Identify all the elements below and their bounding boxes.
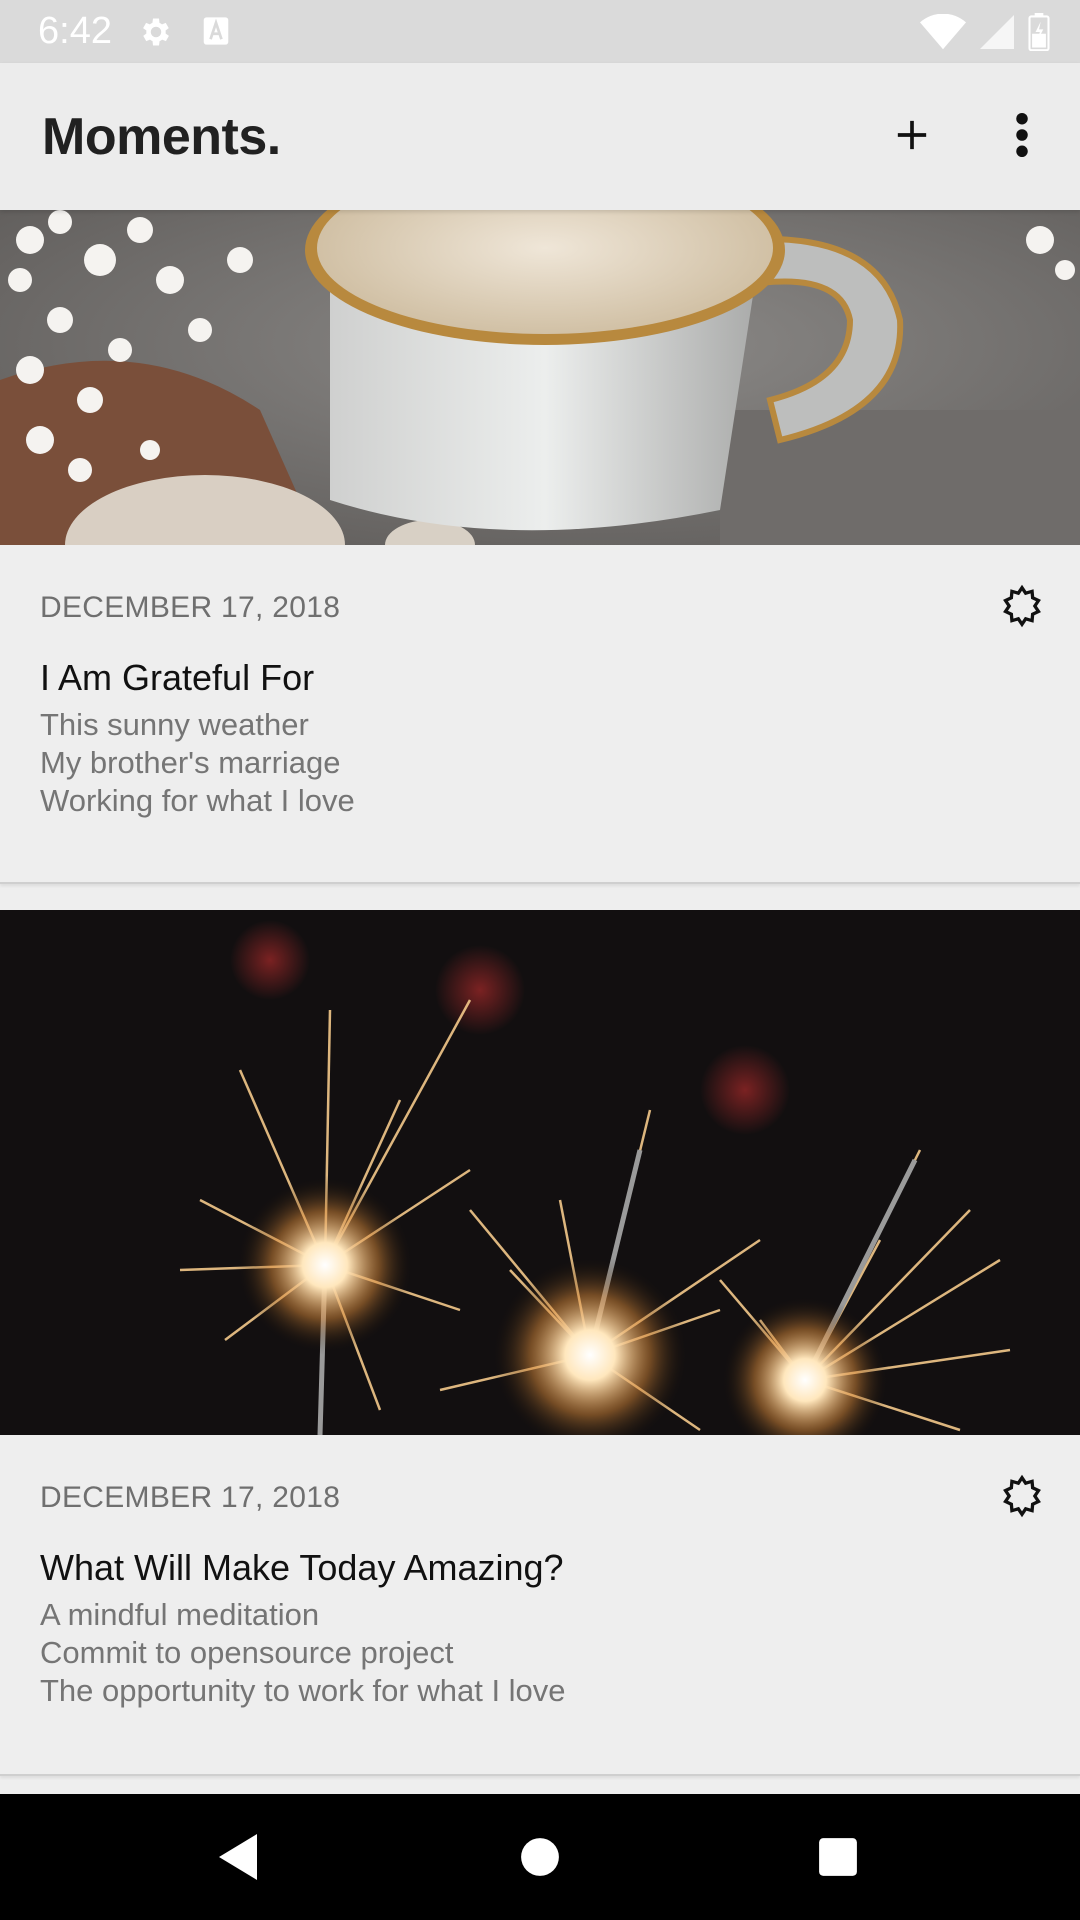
moment-card[interactable]: DECEMBER 17, 2018 I Am Grateful For This… <box>0 210 1080 884</box>
battery-icon <box>1028 13 1050 51</box>
recents-button[interactable] <box>805 1824 871 1890</box>
home-button[interactable] <box>507 1824 573 1890</box>
more-options-button[interactable] <box>990 103 1054 167</box>
moment-card[interactable]: DECEMBER 17, 2018 What Will Make Today A… <box>0 910 1080 1776</box>
card-line: A mindful meditation <box>40 1597 320 1632</box>
signal-icon <box>980 15 1014 49</box>
settings-icon[interactable] <box>1000 1474 1044 1518</box>
back-button[interactable] <box>206 1824 272 1890</box>
navigation-bar <box>0 1794 1080 1920</box>
settings-icon <box>143 18 169 46</box>
card-title: I Am Grateful For <box>40 657 315 698</box>
recents-icon <box>819 1838 857 1876</box>
add-button[interactable] <box>880 103 944 167</box>
status-time: 6:42 <box>38 10 112 52</box>
app-screen: 6:42 Moments. DECEMBER 17, 2018 I Am Gra… <box>0 0 1080 1920</box>
card-date: DECEMBER 17, 2018 <box>40 591 341 624</box>
card-body: A mindful meditation Commit to opensourc… <box>40 1596 566 1710</box>
page-title: Moments. <box>42 108 281 166</box>
back-icon <box>219 1834 257 1880</box>
home-icon <box>521 1838 559 1876</box>
status-bar: 6:42 <box>0 0 1080 63</box>
status-indicators <box>920 12 1050 52</box>
more-vert-icon <box>1016 112 1028 158</box>
card-line: This sunny weather <box>40 707 309 742</box>
settings-icon[interactable] <box>1000 584 1044 628</box>
sparklers-photo <box>0 910 1080 1435</box>
coffee-cup-photo <box>0 210 1080 545</box>
text-a-icon <box>203 17 229 45</box>
card-line: Working for what I love <box>40 783 355 818</box>
card-line: My brother's marriage <box>40 745 341 780</box>
card-line: The opportunity to work for what I love <box>40 1673 566 1708</box>
card-line: Commit to opensource project <box>40 1635 454 1670</box>
wifi-icon <box>920 14 966 50</box>
app-bar: Moments. <box>0 63 1080 210</box>
card-body: This sunny weather My brother's marriage… <box>40 706 355 820</box>
card-date: DECEMBER 17, 2018 <box>40 1481 341 1514</box>
add-icon <box>897 120 927 150</box>
card-title: What Will Make Today Amazing? <box>40 1547 564 1588</box>
